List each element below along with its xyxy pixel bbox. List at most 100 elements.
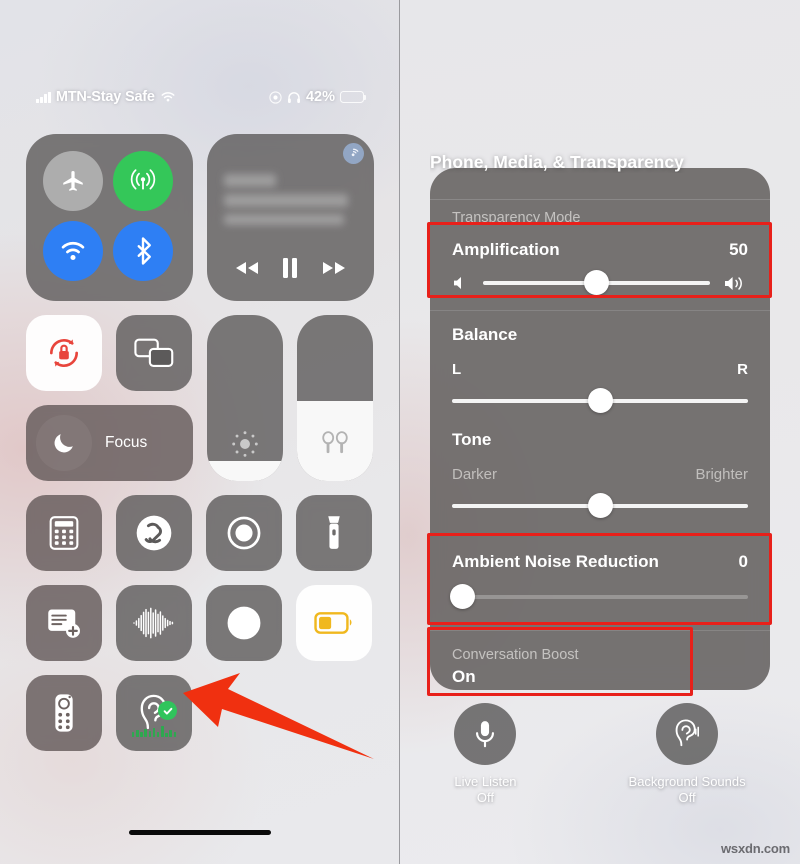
tone-section: Tone Darker Brighter: [430, 412, 770, 519]
live-listen-label: Live Listen: [454, 773, 517, 789]
amplification-value: 50: [729, 240, 748, 259]
media-player-tile[interactable]: [207, 134, 374, 301]
screen-mirroring-icon: [134, 338, 174, 367]
headphones-icon: [287, 91, 300, 103]
media-title-blurred: [224, 174, 356, 232]
cellular-data-button[interactable]: [112, 151, 173, 211]
wifi-button[interactable]: [43, 220, 103, 281]
transparency-mode-label: Transparency Mode: [452, 210, 581, 226]
shazam-icon: [136, 515, 172, 551]
tone-darker-label: Darker: [452, 466, 498, 483]
wifi-icon: [61, 241, 85, 260]
balance-right-label: R: [737, 361, 748, 378]
calculator-button[interactable]: [26, 495, 102, 571]
rewind-icon[interactable]: [234, 260, 260, 276]
balance-label: Balance: [452, 325, 518, 344]
rotation-lock-button[interactable]: [26, 315, 102, 391]
battery-percent-label: 42%: [305, 89, 335, 105]
rotation-lock-icon: [50, 339, 78, 367]
fast-forward-icon[interactable]: [321, 260, 347, 276]
volume-slider[interactable]: [297, 315, 373, 481]
cellular-signal-icon: [130, 169, 155, 190]
background-sounds-button[interactable]: Background Sounds Off: [628, 702, 746, 807]
watermark: wsxdn.com: [721, 841, 790, 856]
bluetooth-button[interactable]: [112, 220, 173, 281]
tone-label: Tone: [452, 430, 492, 449]
ambient-noise-reduction-value: 0: [738, 552, 748, 571]
control-center-screen: MTN-Stay Safe 42% Focus: [0, 0, 400, 864]
hearing-button[interactable]: [116, 675, 192, 751]
conversation-boost-section[interactable]: Conversation Boost On: [430, 631, 770, 687]
brightness-icon: [207, 429, 283, 459]
hearing-controls-screen: Phone, Media, & Transparency Transparenc…: [400, 0, 800, 864]
connectivity-tile[interactable]: [26, 134, 193, 301]
cellular-bars-icon: [36, 91, 51, 103]
balance-section: Balance L R: [430, 311, 770, 414]
ambient-noise-reduction-section: Ambient Noise Reduction 0: [430, 536, 770, 610]
screen-mirroring-button[interactable]: [116, 315, 192, 391]
speaker-low-icon: [454, 277, 461, 289]
brightness-slider[interactable]: [207, 315, 283, 481]
dark-mode-button[interactable]: [206, 585, 282, 661]
balance-slider[interactable]: [452, 388, 748, 414]
media-controls: [207, 257, 374, 279]
background-sounds-label: Background Sounds: [628, 773, 746, 789]
conversation-boost-value: On: [452, 667, 476, 686]
microphone-icon: [454, 702, 517, 765]
hearing-ear-icon: [656, 702, 719, 765]
amplification-slider[interactable]: [452, 270, 748, 296]
ambient-noise-reduction-slider[interactable]: [450, 584, 748, 610]
bluetooth-icon: [137, 236, 151, 265]
sound-recognition-icon: [133, 607, 174, 639]
sheet-title: Phone, Media, & Transparency: [430, 152, 684, 172]
ambient-noise-reduction-label: Ambient Noise Reduction: [452, 552, 659, 571]
cc-row-2: Focus: [26, 315, 374, 481]
live-listen-status: Off: [476, 789, 494, 805]
hearing-bottom-buttons: Live Listen Off Background Sounds Off: [400, 702, 800, 807]
calculator-icon: [49, 516, 79, 550]
cc-row-3: [26, 495, 374, 571]
tone-slider[interactable]: [452, 493, 748, 519]
tone-brighter-label: Brighter: [695, 466, 748, 483]
airpods-icon: [297, 429, 373, 459]
quick-note-icon: [48, 609, 80, 638]
wifi-icon: [161, 92, 175, 102]
screen-record-indicator-icon: [269, 90, 282, 104]
shazam-button[interactable]: [116, 495, 192, 571]
balance-left-label: L: [452, 361, 462, 378]
flashlight-button[interactable]: [296, 495, 372, 571]
speaker-high-icon: [725, 276, 742, 290]
low-power-mode-button[interactable]: [296, 585, 372, 661]
background-sounds-status: Off: [678, 789, 696, 805]
amplification-label: Amplification: [452, 240, 560, 259]
home-indicator[interactable]: [129, 830, 271, 835]
hearing-level-meter: [116, 725, 192, 737]
screen-record-icon: [227, 516, 261, 550]
quick-note-button[interactable]: [26, 585, 102, 661]
transparency-mode-section: Transparency Mode: [430, 168, 770, 226]
cc-row-4: [26, 585, 374, 661]
airplane-mode-button[interactable]: [43, 151, 103, 211]
sound-recognition-button[interactable]: [116, 585, 192, 661]
pause-icon[interactable]: [281, 257, 299, 279]
check-badge-icon: [158, 701, 177, 720]
status-bar: MTN-Stay Safe 42%: [0, 84, 400, 110]
carrier-label: MTN-Stay Safe: [55, 89, 155, 105]
sheet-divider: [430, 199, 770, 200]
focus-label: Focus: [105, 434, 148, 451]
battery-low-power-icon: [340, 91, 367, 103]
remote-icon: [55, 694, 73, 732]
cc-row-1: [26, 134, 374, 301]
cc-row-5: [26, 675, 374, 751]
screen-record-button[interactable]: [206, 495, 282, 571]
dark-mode-icon: [227, 606, 261, 640]
apple-tv-remote-button[interactable]: [26, 675, 102, 751]
conversation-boost-label: Conversation Boost: [452, 647, 579, 663]
focus-button[interactable]: Focus: [26, 405, 193, 481]
flashlight-icon: [328, 516, 340, 549]
airplay-audio-icon[interactable]: [343, 143, 364, 164]
low-power-battery-icon: [314, 612, 352, 634]
live-listen-button[interactable]: Live Listen Off: [454, 702, 517, 807]
amplification-section: Amplification 50: [430, 226, 770, 296]
hearing-settings-sheet: Transparency Mode Amplification 50 Balan…: [430, 168, 770, 690]
